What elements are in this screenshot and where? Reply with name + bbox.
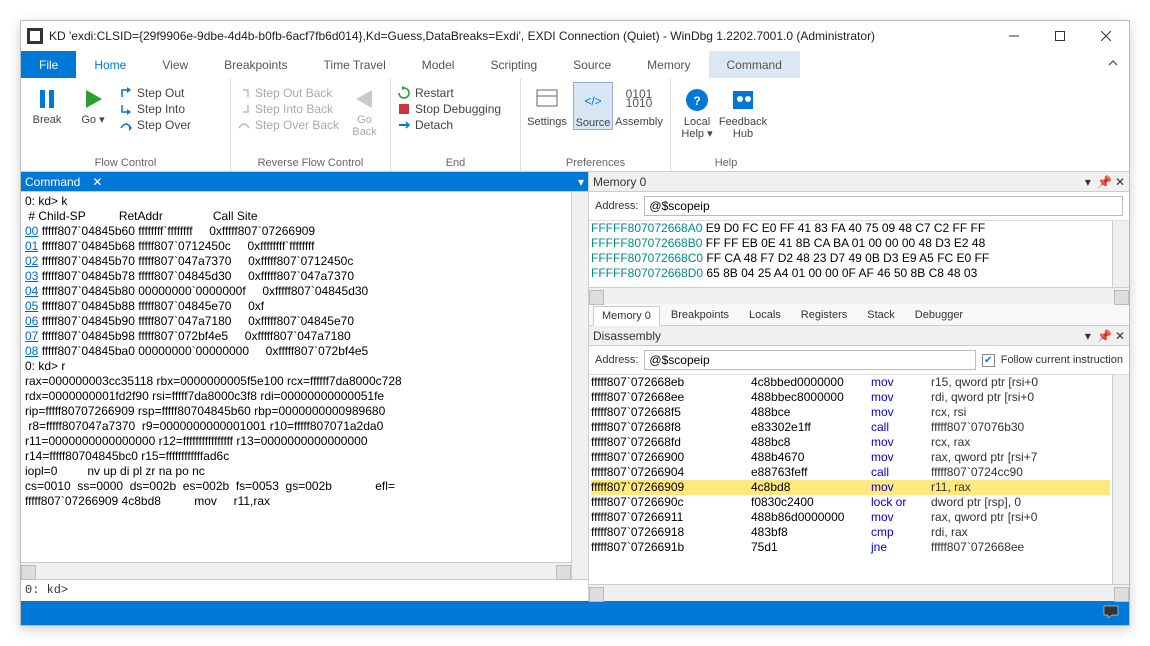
feedback-hub-button[interactable]: Feedback Hub xyxy=(723,82,763,140)
dis-address-label: Address: xyxy=(595,354,638,366)
tab-breakpoints[interactable]: Breakpoints xyxy=(206,51,305,78)
tab-source[interactable]: Source xyxy=(555,51,629,78)
go-button[interactable]: Go ▾ xyxy=(73,82,113,126)
detach-button[interactable]: Detach xyxy=(397,118,501,132)
memory-address-label: Address: xyxy=(595,200,638,212)
tab-memory[interactable]: Memory xyxy=(629,51,708,78)
memory-address-input[interactable] xyxy=(644,196,1123,216)
step-over-back-button: Step Over Back xyxy=(237,118,339,132)
file-menu[interactable]: File xyxy=(21,51,76,78)
tab2-debugger[interactable]: Debugger xyxy=(906,305,972,325)
command-prompt: 0: kd> xyxy=(21,580,72,601)
disassembly-panel-title: Disassembly xyxy=(593,329,661,343)
ribbon-collapse-icon[interactable] xyxy=(1107,57,1119,72)
window-title: KD 'exdi:CLSID={29f9906e-9dbe-4d4b-b0fb-… xyxy=(49,29,991,43)
dis-address-input[interactable] xyxy=(644,350,975,370)
command-scroll-x[interactable] xyxy=(21,562,571,579)
close-button[interactable] xyxy=(1083,21,1129,51)
follow-label: Follow current instruction xyxy=(1001,354,1123,366)
preferences-label: Preferences xyxy=(521,157,670,171)
step-into-button[interactable]: Step Into xyxy=(119,102,191,116)
command-dropdown-icon[interactable]: ▾ xyxy=(578,175,584,189)
ribbon: Break Go ▾ Step Out Step Into Step Over … xyxy=(21,78,1129,172)
command-scroll-y[interactable] xyxy=(571,192,588,579)
step-out-back-button: Step Out Back xyxy=(237,86,339,100)
reverse-flow-label: Reverse Flow Control xyxy=(231,157,390,171)
command-panel-title: Command xyxy=(25,175,80,189)
svg-text:1010: 1010 xyxy=(626,96,653,110)
flow-control-label: Flow Control xyxy=(21,157,230,171)
tab2-memory0[interactable]: Memory 0 xyxy=(593,306,660,326)
break-button[interactable]: Break xyxy=(27,82,67,126)
svg-text:</>: </> xyxy=(584,94,601,108)
go-back-button: Go Back xyxy=(345,82,384,138)
command-input[interactable] xyxy=(72,580,588,601)
memory-dropdown-icon[interactable]: ▾ xyxy=(1085,175,1091,189)
assembly-button[interactable]: 01011010Assembly xyxy=(619,82,659,128)
memory-tabstrip: Memory 0 Breakpoints Locals Registers St… xyxy=(589,304,1129,326)
tab-model[interactable]: Model xyxy=(404,51,473,78)
help-label: Help xyxy=(671,157,781,171)
end-label: End xyxy=(391,157,520,171)
tab-time-travel[interactable]: Time Travel xyxy=(306,51,404,78)
source-button[interactable]: </>Source xyxy=(573,82,613,130)
statusbar xyxy=(21,601,1129,625)
tab-command[interactable]: Command xyxy=(709,51,800,78)
dis-pin-icon[interactable]: 📌 xyxy=(1097,329,1109,343)
tab2-locals[interactable]: Locals xyxy=(740,305,790,325)
memory-scroll-x[interactable] xyxy=(589,287,1129,304)
feedback-icon[interactable] xyxy=(1103,605,1119,622)
dis-scroll-x[interactable] xyxy=(589,584,1129,601)
command-panel-header[interactable]: Command ✕ ▾ xyxy=(21,172,588,192)
stop-debugging-button[interactable]: Stop Debugging xyxy=(397,102,501,116)
svg-text:?: ? xyxy=(693,94,700,108)
restart-button[interactable]: Restart xyxy=(397,86,501,100)
tab2-breakpoints[interactable]: Breakpoints xyxy=(662,305,738,325)
tab-scripting[interactable]: Scripting xyxy=(472,51,555,78)
memory-panel-title: Memory 0 xyxy=(593,175,646,189)
dis-close-icon[interactable]: ✕ xyxy=(1115,329,1125,343)
disassembly-lines: fffff807`072668eb4c8bbed0000000movr15, q… xyxy=(589,375,1112,584)
maximize-button[interactable] xyxy=(1037,21,1083,51)
app-icon xyxy=(27,28,43,44)
command-close-icon[interactable]: ✕ xyxy=(92,175,102,189)
app-window: KD 'exdi:CLSID={29f9906e-9dbe-4d4b-b0fb-… xyxy=(20,20,1130,626)
tab-view[interactable]: View xyxy=(144,51,206,78)
local-help-button[interactable]: ?Local Help ▾ xyxy=(677,82,717,140)
memory-pin-icon[interactable]: 📌 xyxy=(1097,175,1109,189)
follow-checkbox[interactable]: ✔ xyxy=(982,354,995,367)
settings-button[interactable]: Settings xyxy=(527,82,567,128)
step-into-back-button: Step Into Back xyxy=(237,102,339,116)
titlebar: KD 'exdi:CLSID={29f9906e-9dbe-4d4b-b0fb-… xyxy=(21,21,1129,51)
menu-bar: File Home View Breakpoints Time Travel M… xyxy=(21,51,1129,78)
step-out-button[interactable]: Step Out xyxy=(119,86,191,100)
dis-dropdown-icon[interactable]: ▾ xyxy=(1085,329,1091,343)
tab-home[interactable]: Home xyxy=(76,51,144,78)
memory-close-icon[interactable]: ✕ xyxy=(1115,175,1125,189)
memory-grid: FFFFF807072668A0 E9 D0 FC E0 FF 41 83 FA… xyxy=(589,221,1112,287)
memory-scroll-y[interactable] xyxy=(1112,221,1129,287)
disassembly-panel-header[interactable]: Disassembly ▾ 📌 ✕ xyxy=(589,326,1129,346)
step-over-button[interactable]: Step Over xyxy=(119,118,191,132)
tab2-registers[interactable]: Registers xyxy=(792,305,856,325)
minimize-button[interactable] xyxy=(991,21,1037,51)
command-output: 0: kd> k # Child-SP RetAddr Call Site00 … xyxy=(21,192,571,562)
memory-panel-header[interactable]: Memory 0 ▾ 📌 ✕ xyxy=(589,172,1129,192)
dis-scroll-y[interactable] xyxy=(1112,375,1129,584)
tab2-stack[interactable]: Stack xyxy=(858,305,904,325)
